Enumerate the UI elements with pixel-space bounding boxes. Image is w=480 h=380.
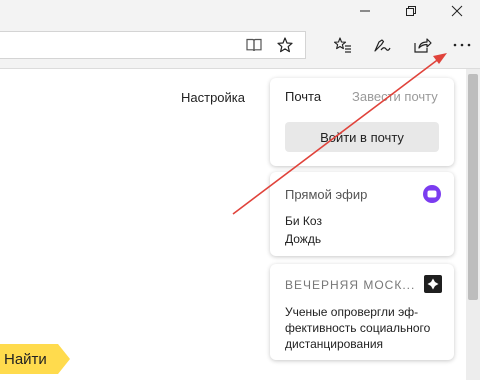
annotation-arrow-icon [232,53,447,215]
